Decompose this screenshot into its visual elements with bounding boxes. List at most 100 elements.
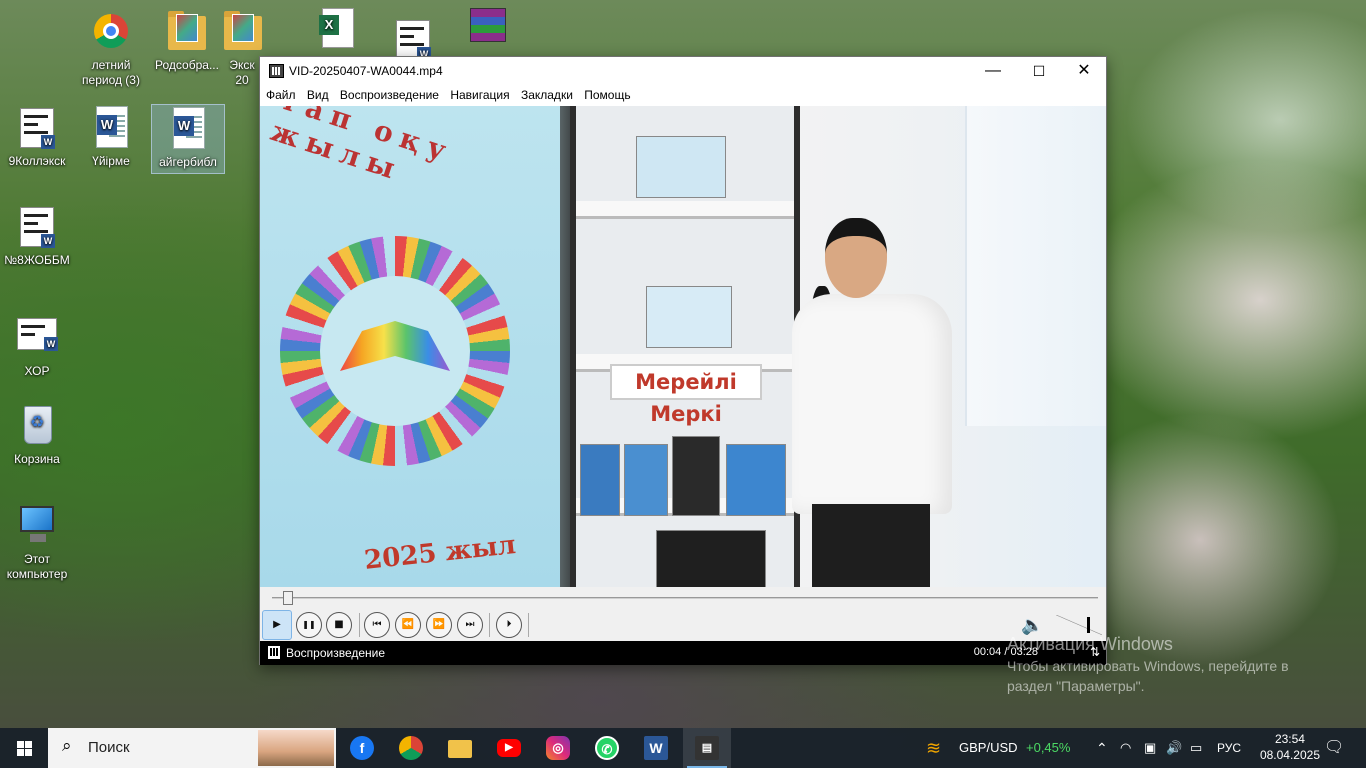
meet-now-icon[interactable]: ▣ — [1144, 728, 1156, 768]
menu-file[interactable]: Файл — [266, 85, 296, 106]
desktop-icon-label: Этот компьютер — [6, 552, 68, 581]
menu-bar: Файл Вид Воспроизведение Навигация Закла… — [260, 85, 1106, 106]
search-placeholder: Поиск — [88, 739, 130, 756]
search-icon: ⌕ — [62, 736, 72, 755]
chrome-icon — [399, 736, 423, 760]
activation-watermark-title: Активация Windows — [1007, 634, 1173, 654]
file-explorer-icon — [448, 740, 472, 758]
this-pc-icon — [20, 506, 54, 542]
desktop-icon-label: №8ЖОББМ — [4, 253, 70, 267]
taskbar-instagram[interactable]: ◎ — [534, 728, 582, 768]
desktop-icon-aigerbibl[interactable]: W айгербибл — [151, 104, 225, 174]
recycle-bin-icon — [24, 406, 52, 444]
status-icon — [268, 646, 280, 659]
desktop-icon-label: Родсобра... — [155, 58, 219, 72]
taskbar-media-player[interactable]: ▤ — [683, 728, 731, 768]
menu-view[interactable]: Вид — [307, 85, 329, 106]
chevron-up-icon[interactable]: ⌃ — [1096, 728, 1108, 768]
winrar-archive-icon — [470, 8, 506, 42]
taskbar-file-explorer[interactable] — [436, 728, 484, 768]
previous-button[interactable]: ⏮ — [364, 612, 390, 638]
desktop-icon-9kollekt[interactable]: W 9Коллэкск — [0, 106, 74, 169]
pause-button[interactable]: ❚❚ — [296, 612, 322, 638]
media-player-window[interactable]: VID-20250407-WA0044.mp4 — ☐ ✕ Файл Вид В… — [259, 56, 1107, 665]
menu-bookmarks[interactable]: Закладки — [521, 85, 573, 106]
taskbar-whatsapp[interactable]: ✆ — [583, 728, 631, 768]
clock-date: 08.04.2025 — [1259, 748, 1320, 762]
activation-watermark-line: Чтобы активировать Windows, перейдите в — [1007, 658, 1289, 674]
title-bar[interactable]: VID-20250407-WA0044.mp4 — ☐ ✕ — [260, 57, 1106, 85]
coins-icon[interactable]: ≋ — [926, 728, 941, 768]
volume-slider[interactable] — [1056, 615, 1102, 635]
forward-button[interactable]: ⏩ — [426, 612, 452, 638]
clock-time: 23:54 — [1274, 732, 1305, 746]
video-person-skirt — [812, 504, 930, 587]
menu-help[interactable]: Помощь — [584, 85, 630, 106]
taskbar-search[interactable]: ⌕ Поиск — [48, 728, 336, 768]
taskbar-chrome[interactable] — [387, 728, 435, 768]
rewind-button[interactable]: ⏪ — [395, 612, 421, 638]
desktop-icon-recycle-bin[interactable]: Корзина — [0, 404, 74, 467]
video-bookshelf — [570, 106, 800, 587]
menu-navigate[interactable]: Навигация — [450, 85, 509, 106]
desktop-icon-ekskursiya[interactable]: Экск 20 — [222, 10, 262, 88]
play-button[interactable]: ▶ — [262, 610, 292, 640]
seek-bar[interactable] — [260, 587, 1106, 609]
desktop-icon-excel[interactable]: X — [300, 8, 374, 56]
desktop-icon-winrar[interactable] — [450, 8, 524, 56]
taskbar-facebook[interactable]: f — [338, 728, 386, 768]
ticker-label[interactable]: GBP/USD — [959, 728, 1018, 768]
speaker-icon[interactable]: 🔊 — [1166, 728, 1182, 768]
stop-button[interactable]: ■ — [326, 612, 352, 638]
playback-controls: ▶ ❚❚ ■ ⏮ ⏪ ⏩ ⏭ ⏵ 🔈 — [260, 609, 1106, 641]
word-document-icon: W — [20, 207, 55, 248]
desktop-icon-label: 9Коллэкск — [8, 154, 66, 168]
desktop-icon-letniy-period[interactable]: летний период (3) — [74, 10, 148, 88]
status-text: Воспроизведение — [286, 646, 386, 660]
notifications-icon[interactable]: 🗨 — [1324, 728, 1344, 768]
clock[interactable]: 23:54 08.04.2025 — [1260, 731, 1320, 763]
language-indicator[interactable]: РУС — [1217, 728, 1241, 768]
battery-icon[interactable]: ▭ — [1190, 728, 1202, 768]
desktop-icon-label: Экск 20 — [229, 58, 255, 87]
media-player-classic-icon: ▤ — [695, 736, 719, 760]
wifi-icon[interactable]: ◠ — [1120, 728, 1131, 768]
activation-watermark-line: раздел "Параметры". — [1007, 678, 1145, 694]
taskbar-word[interactable]: W — [632, 728, 680, 768]
video-frame[interactable]: тап оқу жылы 2025 жыл Мерейлі Меркі — [260, 106, 1106, 587]
word-document-icon: W — [96, 106, 128, 148]
seek-knob[interactable] — [282, 591, 293, 605]
volume-knob[interactable] — [1086, 617, 1090, 633]
folder-icon — [224, 11, 262, 50]
video-person-head — [825, 218, 887, 298]
status-bar: Воспроизведение 00:04 / 03:28 ⇅ — [260, 641, 1106, 665]
instagram-icon: ◎ — [546, 736, 570, 760]
maximize-button[interactable]: ☐ — [1016, 57, 1062, 85]
seek-track[interactable] — [272, 597, 1098, 599]
desktop-icon-this-pc[interactable]: Этот компьютер — [0, 504, 74, 582]
desktop-icon-8zhobbm[interactable]: W №8ЖОББМ — [0, 205, 74, 268]
whatsapp-icon: ✆ — [595, 736, 619, 760]
volume-icon[interactable]: 🔈 — [1021, 615, 1043, 636]
frame-step-button[interactable]: ⏵ — [496, 612, 522, 638]
desktop-icon-label: Корзина — [14, 452, 60, 466]
desktop-icon-rodsobr[interactable]: Родсобра... — [150, 10, 224, 73]
excel-document-icon: X — [319, 8, 354, 48]
ticker-change[interactable]: +0,45% — [1026, 728, 1070, 768]
word-document-icon: W — [20, 108, 55, 149]
close-button[interactable]: ✕ — [1061, 57, 1107, 85]
banner-year-text: 2025 жыл — [362, 530, 518, 576]
word-document-icon: W — [17, 318, 58, 351]
desktop-icon-uirme[interactable]: W Үйірме — [74, 106, 148, 169]
start-button[interactable] — [0, 728, 48, 768]
taskbar-youtube[interactable]: ▶ — [485, 728, 533, 768]
desktop-icon-label: айгербибл — [159, 155, 217, 169]
youtube-icon: ▶ — [497, 739, 521, 757]
desktop-icon-khor[interactable]: W ХОР — [0, 316, 74, 379]
minimize-button[interactable]: — — [970, 57, 1016, 85]
menu-play[interactable]: Воспроизведение — [340, 85, 439, 106]
taskbar: ⌕ Поиск f ▶ ◎ ✆ W ▤ ≋ GBP/USD +0,45% ⌃ ◠… — [0, 728, 1366, 768]
chrome-shortcut-icon — [94, 14, 128, 48]
word-document-icon: W — [396, 20, 431, 61]
next-button[interactable]: ⏭ — [457, 612, 483, 638]
